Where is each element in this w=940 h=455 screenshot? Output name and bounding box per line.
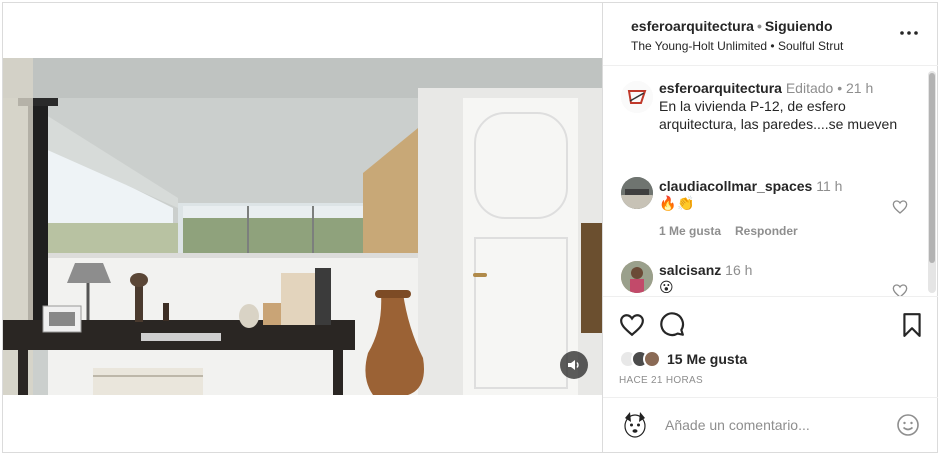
post-side-panel: esferoarquitectura • Siguiendo The Young-H… (602, 3, 938, 452)
header-username[interactable]: esferoarquitectura (631, 18, 754, 34)
audio-separator: • (770, 39, 775, 53)
comment-avatar[interactable] (621, 261, 653, 293)
audio-title: Soulful Strut (777, 39, 844, 53)
avatar-image (621, 177, 653, 209)
header-user-row: esferoarquitectura • Siguiendo (631, 17, 938, 35)
smiley-icon[interactable] (896, 413, 920, 437)
scrollbar-thumb[interactable] (929, 73, 935, 263)
post-header: esferoarquitectura • Siguiendo The Young-H… (603, 3, 938, 66)
comment-item: claudiacollmar_spaces 11 h 🔥👏 (659, 177, 889, 213)
like-comment-heart-icon[interactable] (892, 283, 908, 297)
caption-username[interactable]: esferoarquitectura (659, 80, 782, 96)
caption-time[interactable]: 21 h (846, 80, 873, 96)
comment-icon[interactable] (659, 312, 685, 338)
likes-count[interactable]: 15 Me gusta (667, 351, 747, 367)
header-separator: • (756, 18, 762, 34)
comment-time[interactable]: 16 h (725, 262, 752, 278)
comment-avatar[interactable] (621, 177, 653, 209)
audio-artist: The Young-Holt Unlimited (631, 39, 768, 53)
add-comment-input[interactable] (665, 415, 885, 435)
comment-likes-count[interactable]: 1 Me gusta (659, 224, 721, 238)
post-action-bar: 15 Me gusta HACE 21 HORAS (603, 298, 938, 408)
caption: esferoarquitectura Editado • 21 h En la … (659, 79, 917, 133)
esfero-logo-avatar (621, 81, 653, 113)
comment-actions: 1 Me gusta Responder (659, 224, 812, 238)
avatar-image (621, 261, 653, 293)
follow-status-button[interactable]: Siguiendo (765, 18, 833, 34)
post-timestamp[interactable]: HACE 21 HORAS (619, 375, 703, 386)
mute-toggle-button[interactable] (560, 351, 588, 379)
comment-text: 😮 (659, 280, 675, 296)
post-media-area (3, 3, 602, 452)
bookmark-icon[interactable] (899, 312, 925, 338)
comment-item: salcisanz 16 h 😮 (659, 261, 889, 296)
comment-username[interactable]: salcisanz (659, 262, 721, 278)
comment-time[interactable]: 11 h (816, 178, 842, 194)
reply-button[interactable]: Responder (735, 224, 798, 238)
caption-edited: Editado (785, 80, 834, 96)
action-icons (619, 312, 924, 338)
current-user-avatar (619, 408, 651, 440)
caption-text: En la vivienda P-12, de esfero arquitect… (659, 98, 898, 132)
heart-icon[interactable] (619, 312, 645, 338)
speaker-icon (568, 360, 579, 370)
post-dialog: esferoarquitectura • Siguiendo The Young-H… (2, 2, 938, 453)
comments-scrollbar[interactable] (928, 71, 936, 293)
caption-separator: • (837, 80, 843, 96)
likes-summary: 15 Me gusta (619, 348, 747, 370)
liker-avatar (643, 350, 661, 368)
audio-track-link[interactable]: The Young-Holt Unlimited • Soulful Strut (631, 38, 938, 54)
post-video[interactable] (3, 58, 602, 395)
like-comment-heart-icon[interactable] (892, 199, 908, 215)
comments-list[interactable]: esferoarquitectura Editado • 21 h En la … (603, 67, 938, 297)
video-frame-image (3, 58, 602, 395)
more-options-icon (900, 31, 918, 35)
comment-text: 🔥👏 (659, 196, 696, 212)
caption-avatar[interactable] (621, 81, 653, 113)
more-options-button[interactable] (898, 22, 920, 44)
dog-avatar-image (619, 408, 651, 440)
comment-username[interactable]: claudiacollmar_spaces (659, 178, 812, 194)
add-comment-section (603, 397, 938, 452)
